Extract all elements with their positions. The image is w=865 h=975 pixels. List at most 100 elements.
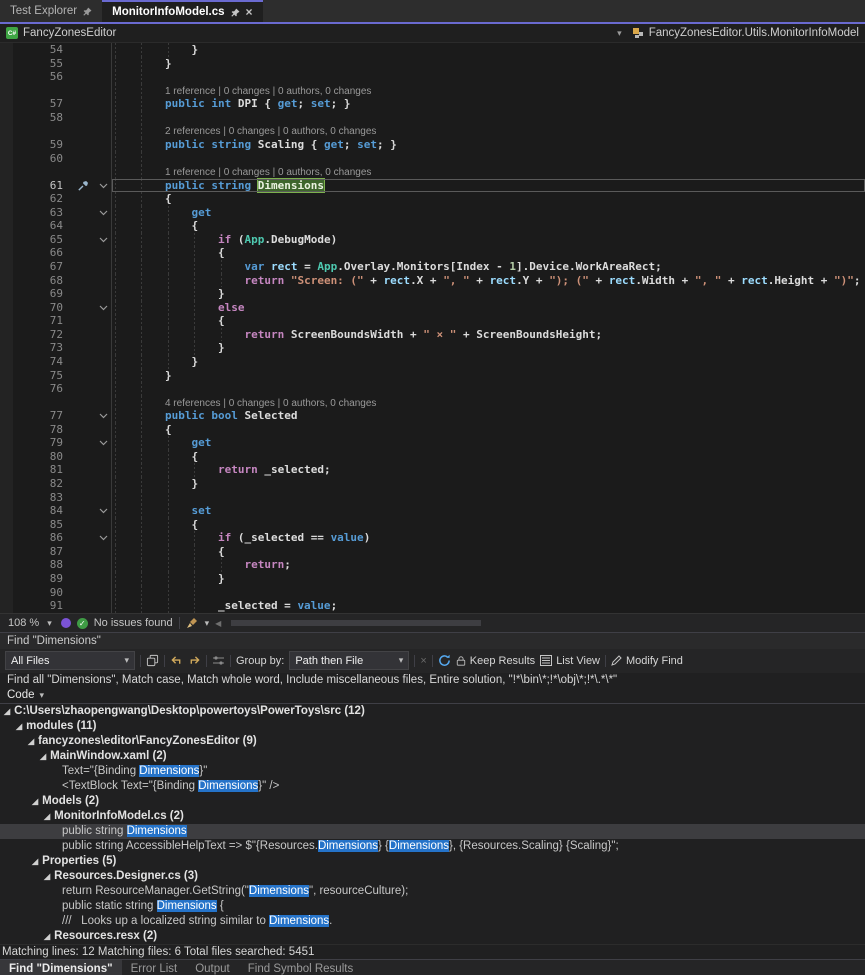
find-result-match[interactable]: public string Dimensions [0, 824, 865, 839]
code-text: } [112, 287, 865, 301]
expander-icon[interactable]: ◢ [44, 812, 50, 821]
find-result-node[interactable]: ◢modules (11) [0, 719, 865, 734]
find-result-node[interactable]: ◢Properties (5) [0, 854, 865, 869]
fold-margin [75, 165, 112, 179]
codelens-row: 1 reference | 0 changes | 0 authors, 0 c… [0, 165, 865, 179]
expander-icon[interactable]: ◢ [16, 722, 22, 731]
keep-results-button[interactable]: Keep Results [456, 655, 535, 667]
code-text: return "Screen: (" + rect.X + ", " + rec… [112, 274, 865, 288]
cancel-search-icon[interactable]: × [420, 655, 426, 667]
extension-icon[interactable] [61, 618, 71, 628]
chevron-down-icon: ▾ [47, 618, 52, 629]
find-result-node[interactable]: ◢fancyzones\editor\FancyZonesEditor (9) [0, 734, 865, 749]
divider [179, 617, 180, 629]
scrollbar-thumb[interactable] [231, 620, 481, 626]
pin-icon[interactable] [231, 8, 240, 17]
find-result-match[interactable]: Text="{Binding Dimensions}" [0, 764, 865, 779]
navigation-bar: C# FancyZonesEditor ▾ FancyZonesEditor.U… [0, 24, 865, 43]
find-result-match[interactable]: public static string Dimensions { [0, 899, 865, 914]
scope-select[interactable]: All Files ▾ [5, 651, 135, 670]
code-line: 55 } [0, 57, 865, 71]
fold-chevron-icon[interactable] [99, 237, 108, 243]
line-number: 79 [13, 436, 75, 450]
fold-chevron-icon[interactable] [99, 183, 108, 189]
next-result-icon[interactable] [188, 655, 201, 666]
line-number: 65 [13, 233, 75, 247]
expander-icon[interactable]: ◢ [44, 932, 50, 941]
refresh-icon[interactable] [438, 654, 451, 667]
find-result-node[interactable]: ◢Resources.resx (2) [0, 929, 865, 944]
fold-margin [75, 260, 112, 274]
code-line: 71 { [0, 314, 865, 328]
result-text: } { [378, 840, 389, 852]
chevron-down-icon: ▾ [124, 655, 129, 666]
tab-monitorinfomodel[interactable]: MonitorInfoModel.cs × [102, 0, 262, 22]
result-text: . [329, 915, 332, 927]
scroll-left-icon[interactable]: ◀ [215, 619, 221, 628]
fold-margin [75, 219, 112, 233]
zoom-select[interactable]: 108 % ▾ [5, 617, 55, 629]
expander-icon[interactable]: ◢ [44, 872, 50, 881]
code-filter-dropdown[interactable]: Code ▾ [0, 688, 865, 704]
tab-output[interactable]: Output [186, 960, 239, 975]
result-text: ", resourceCulture); [309, 885, 408, 897]
match-highlight: Dimensions [139, 765, 199, 777]
fold-margin [75, 572, 112, 586]
tab-find-dimensions[interactable]: Find "Dimensions" [0, 960, 122, 975]
scrollbar-track[interactable] [225, 619, 860, 627]
line-number: 84 [13, 504, 75, 518]
find-result-node[interactable]: ◢MonitorInfoModel.cs (2) [0, 809, 865, 824]
chevron-down-icon[interactable]: ▾ [617, 28, 622, 39]
group-by-select[interactable]: Path then File ▾ [289, 651, 409, 670]
fold-chevron-icon[interactable] [99, 210, 108, 216]
copy-results-icon[interactable] [146, 654, 159, 667]
find-result-match[interactable]: public string AccessibleHelpText => $"{R… [0, 839, 865, 854]
line-number [13, 84, 75, 98]
code-text: return ScreenBoundsWidth + " × " + Scree… [112, 328, 865, 342]
fold-chevron-icon[interactable] [99, 440, 108, 446]
code-editor[interactable]: 54 }55 }561 reference | 0 changes | 0 au… [0, 43, 865, 613]
horizontal-scrollbar[interactable]: ◀ [215, 618, 860, 628]
fold-chevron-icon[interactable] [99, 508, 108, 514]
list-view-button[interactable]: List View [540, 655, 600, 667]
code-cleanup-icon[interactable] [186, 617, 199, 629]
code-line: 70 else [0, 301, 865, 315]
code-line: 80 { [0, 450, 865, 464]
match-highlight: Dimensions [127, 825, 187, 837]
options-icon[interactable] [212, 655, 225, 666]
code-line: 60 [0, 152, 865, 166]
expander-icon[interactable]: ◢ [32, 857, 38, 866]
pin-icon[interactable] [83, 7, 92, 16]
divider [432, 655, 433, 667]
find-result-node[interactable]: ◢MainWindow.xaml (2) [0, 749, 865, 764]
previous-result-icon[interactable] [170, 655, 183, 666]
type-dropdown[interactable]: FancyZonesEditor.Utils.MonitorInfoModel [632, 27, 859, 39]
modify-find-button[interactable]: Modify Find [611, 655, 683, 667]
expander-icon[interactable]: ◢ [4, 707, 10, 716]
expander-icon[interactable]: ◢ [40, 752, 46, 761]
find-result-node[interactable]: ◢Models (2) [0, 794, 865, 809]
find-result-match[interactable]: /// Looks up a localized string similar … [0, 914, 865, 929]
code-text: public bool Selected [112, 409, 865, 423]
chevron-down-icon[interactable]: ▾ [205, 618, 210, 629]
find-result-match[interactable]: <TextBlock Text="{Binding Dimensions}" /… [0, 779, 865, 794]
tab-test-explorer[interactable]: Test Explorer [0, 0, 102, 22]
fold-chevron-icon[interactable] [99, 535, 108, 541]
project-dropdown[interactable]: C# FancyZonesEditor [6, 27, 617, 39]
quick-actions-icon[interactable] [77, 181, 88, 192]
tab-find-symbol-results[interactable]: Find Symbol Results [239, 960, 362, 975]
tab-error-list[interactable]: Error List [122, 960, 187, 975]
close-icon[interactable]: × [246, 7, 253, 17]
fold-chevron-icon[interactable] [99, 305, 108, 311]
code-text [112, 382, 865, 396]
find-result-match[interactable]: return ResourceManager.GetString("Dimens… [0, 884, 865, 899]
find-result-node[interactable]: ◢Resources.Designer.cs (3) [0, 869, 865, 884]
code-line: 90 [0, 586, 865, 600]
vs-window: Test Explorer MonitorInfoModel.cs × C# F… [0, 0, 865, 975]
expander-icon[interactable]: ◢ [28, 737, 34, 746]
fold-chevron-icon[interactable] [99, 413, 108, 419]
fold-margin [75, 70, 112, 84]
line-number: 57 [13, 97, 75, 111]
expander-icon[interactable]: ◢ [32, 797, 38, 806]
find-result-node[interactable]: ◢C:\Users\zhaopengwang\Desktop\powertoys… [0, 704, 865, 719]
